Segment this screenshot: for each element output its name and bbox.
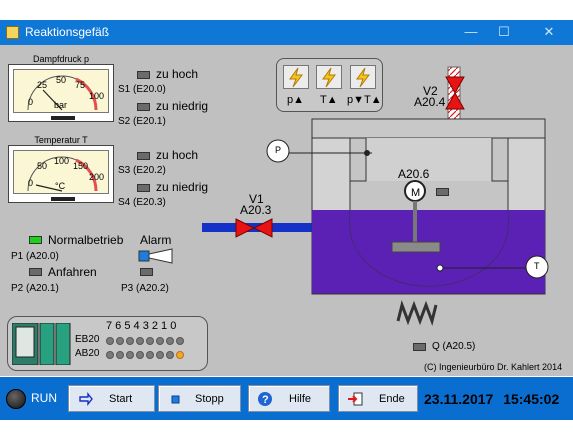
- heater-coil: [396, 299, 438, 327]
- valve-v2-address: A20.4: [414, 95, 446, 109]
- date-text: 23.11.2017: [424, 391, 494, 407]
- title-bar: Reaktionsgefäß — ☐ ✕: [0, 20, 573, 45]
- sensor-t-label: T: [534, 261, 540, 271]
- agitator-blade: [391, 241, 441, 253]
- heater-lamp: [413, 343, 426, 351]
- start-button[interactable]: Start: [68, 385, 155, 412]
- copyright-text: (C) Ingenieurbüro Dr. Kahlert 2014: [424, 362, 563, 372]
- maximize-button[interactable]: ☐: [492, 23, 516, 41]
- close-button[interactable]: ✕: [537, 23, 561, 41]
- motor-address: A20.6: [398, 167, 430, 181]
- help-icon: ?: [258, 392, 272, 406]
- datetime-display: 23.11.2017 15:45:02: [424, 391, 559, 407]
- run-label: RUN: [31, 391, 57, 405]
- valve-v1-icon: [235, 218, 273, 238]
- end-button[interactable]: Ende: [338, 385, 418, 412]
- reactor-lid: [311, 118, 546, 139]
- stop-button[interactable]: Stopp: [158, 385, 241, 412]
- start-icon: [79, 392, 93, 406]
- valve-v1-address: A20.3: [240, 203, 272, 217]
- sensor-p-label: P: [275, 145, 282, 155]
- svg-text:?: ?: [262, 394, 269, 406]
- help-button[interactable]: ? Hilfe: [248, 385, 330, 412]
- time-text: 15:45:02: [503, 391, 560, 407]
- stop-icon: [171, 395, 180, 404]
- exit-icon: [348, 392, 363, 406]
- run-indicator-lamp: [6, 389, 26, 409]
- window-title: Reaktionsgefäß: [25, 25, 110, 39]
- motor-letter: M: [411, 187, 420, 199]
- motor-lamp: [436, 188, 449, 196]
- heater-address: Q (A20.5): [432, 341, 476, 352]
- minimize-button[interactable]: —: [459, 23, 483, 41]
- process-diagram: M: [202, 66, 549, 327]
- app-icon: [6, 26, 19, 39]
